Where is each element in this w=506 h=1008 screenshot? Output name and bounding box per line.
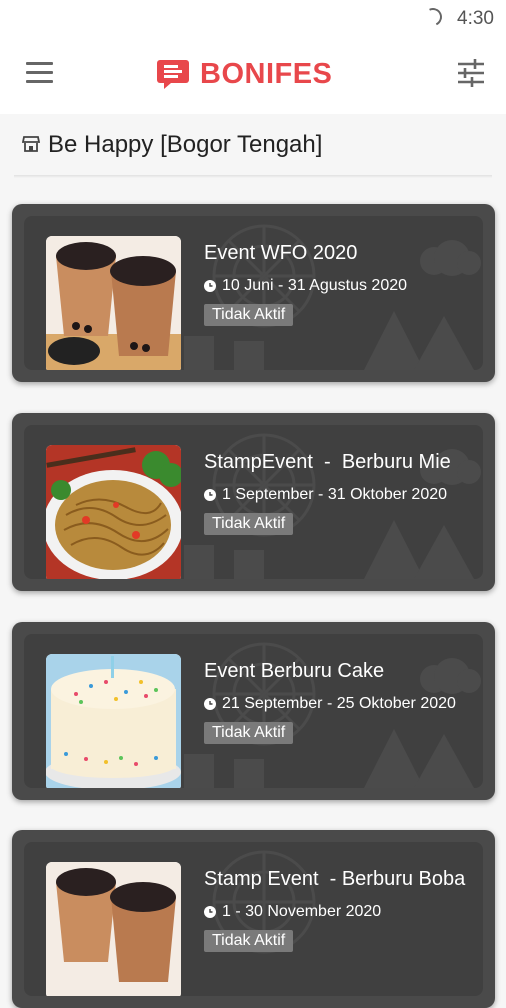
event-image-noodles: [46, 445, 181, 579]
event-card[interactable]: Stamp Event - Berburu Boba 1 - 30 Novemb…: [12, 830, 495, 1008]
app-bar: BONIFES: [0, 34, 506, 114]
boba-drinks-image: [46, 236, 181, 370]
app-logo: BONIFES: [156, 56, 332, 92]
clock-icon: [204, 906, 216, 918]
card-background: Event WFO 2020 10 Juni - 31 Agustus 2020…: [24, 216, 483, 370]
logo-text: BONIFES: [200, 57, 333, 90]
sprinkle-cake-image: [46, 654, 181, 788]
status-badge: Tidak Aktif: [204, 513, 294, 535]
event-title: Event Berburu Cake: [204, 660, 385, 682]
event-image-cake: [46, 654, 181, 788]
card-background: StampEvent - Berburu Mie 1 September - 3…: [24, 425, 483, 579]
event-date-row: 10 Juni - 31 Agustus 2020: [204, 276, 407, 296]
fried-noodles-image: [46, 445, 181, 579]
status-time: 4:30: [457, 8, 494, 29]
hamburger-icon-line: [26, 80, 53, 83]
status-badge: Tidak Aktif: [204, 722, 294, 744]
event-date-row: 1 - 30 November 2020: [204, 902, 381, 922]
status-badge: Tidak Aktif: [204, 304, 294, 326]
event-date: 1 - 30 November 2020: [222, 903, 382, 920]
event-date: 1 September - 31 Oktober 2020: [222, 486, 448, 503]
card-background: Event Berburu Cake 21 September - 25 Okt…: [24, 634, 483, 788]
event-card[interactable]: Event Berburu Cake 21 September - 25 Okt…: [12, 622, 495, 800]
logo-icon: [157, 60, 189, 89]
status-bar: 4:30: [0, 0, 506, 34]
clock-icon: [204, 280, 216, 292]
boba-drinks-image: [46, 862, 181, 996]
store-header: Be Happy [Bogor Tengah]: [0, 114, 506, 176]
store-icon: [22, 136, 40, 152]
store-divider: [14, 175, 492, 178]
event-title: Stamp Event - Berburu Boba: [204, 868, 466, 890]
event-date-row: 1 September - 31 Oktober 2020: [204, 485, 447, 505]
event-date: 21 September - 25 Oktober 2020: [222, 695, 456, 712]
event-date-row: 21 September - 25 Oktober 2020: [204, 694, 456, 714]
event-card[interactable]: StampEvent - Berburu Mie 1 September - 3…: [12, 413, 495, 591]
clock-icon: [204, 489, 216, 501]
event-card[interactable]: Event WFO 2020 10 Juni - 31 Agustus 2020…: [12, 204, 495, 382]
event-image-boba: [46, 862, 181, 996]
card-background: Stamp Event - Berburu Boba 1 - 30 Novemb…: [24, 842, 483, 996]
event-title: Event WFO 2020: [204, 242, 358, 264]
event-image-boba: [46, 236, 181, 370]
hamburger-menu-button[interactable]: [26, 62, 54, 84]
store-name: Be Happy [Bogor Tengah]: [48, 131, 323, 158]
hamburger-icon-line: [26, 71, 53, 74]
filter-button[interactable]: [456, 58, 486, 88]
sync-spinner-icon: [421, 5, 445, 29]
hamburger-icon: [26, 62, 53, 65]
event-date: 10 Juni - 31 Agustus 2020: [222, 277, 408, 294]
event-title: StampEvent - Berburu Mie: [204, 451, 451, 473]
sliders-icon: [458, 59, 484, 87]
status-badge: Tidak Aktif: [204, 930, 294, 952]
clock-icon: [204, 698, 216, 710]
